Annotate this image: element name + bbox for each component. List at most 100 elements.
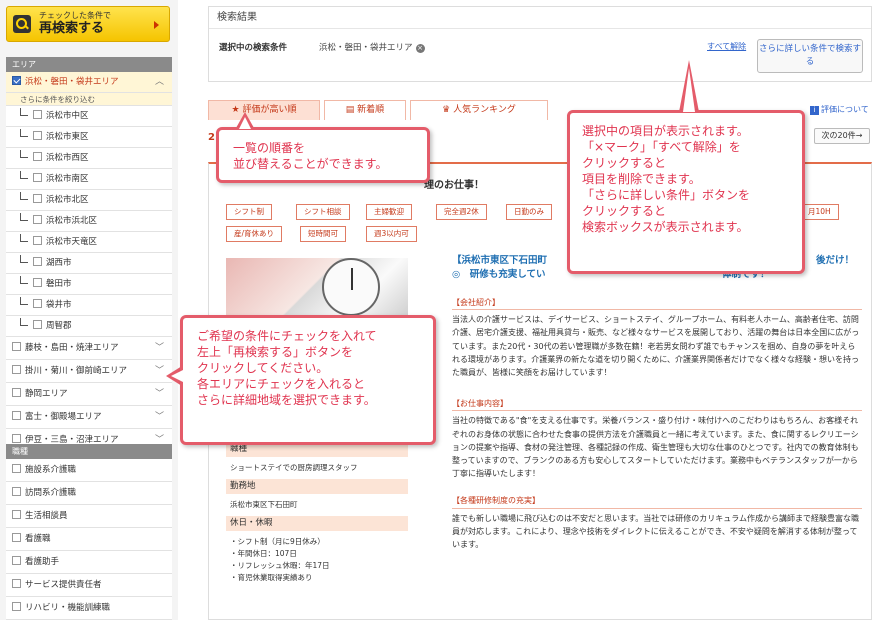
research-button-label: 再検索する <box>39 21 105 36</box>
area-item[interactable]: 富士・御殿場エリア ﹀ <box>6 406 172 429</box>
more-conditions-button[interactable]: さらに詳しい条件で検索する <box>757 39 863 73</box>
checkbox-icon[interactable] <box>33 215 42 224</box>
area-item[interactable]: 静岡エリア ﹀ <box>6 383 172 406</box>
checkbox-icon[interactable] <box>33 320 42 329</box>
sub-area-item[interactable]: 磐田市 <box>6 274 172 295</box>
section-body: 誰でも新しい職場に飛び込むのは不安だと思います。当社では研修のカリキュラム作成か… <box>452 513 859 550</box>
arrow-right-icon <box>154 21 159 29</box>
checkbox-icon[interactable] <box>33 110 42 119</box>
info-label: 休日・休暇 <box>226 516 408 531</box>
job-item[interactable]: 看護職 <box>6 528 172 551</box>
sub-area-item[interactable]: 袋井市 <box>6 295 172 316</box>
job-item[interactable]: リハビリ・機能訓練職 <box>6 597 172 620</box>
next-page-button[interactable]: 次の20件→ <box>814 128 870 144</box>
sub-area-item[interactable]: 浜松市天竜区 <box>6 232 172 253</box>
research-button-small: チェックした条件で <box>39 11 111 21</box>
sub-area-item[interactable]: 浜松市西区 <box>6 148 172 169</box>
area-header: エリア <box>6 57 172 72</box>
chevron-up-icon[interactable]: ︿ <box>155 72 164 93</box>
info-label: 勤務地 <box>226 479 408 494</box>
sub-area-item[interactable]: 浜松市東区 <box>6 127 172 148</box>
checkbox-icon[interactable] <box>33 236 42 245</box>
checkbox-icon[interactable] <box>12 556 21 565</box>
checkbox-icon[interactable] <box>12 342 21 351</box>
close-icon[interactable]: × <box>415 44 425 53</box>
chevron-down-icon[interactable]: ﹀ <box>155 383 164 406</box>
callout-check-hint: ご希望の条件にチェックを入れて 左上「再検索する」ボタンを クリックしてください… <box>180 315 436 445</box>
job-card-title[interactable]: 理のお仕事！ <box>424 176 484 191</box>
section-title: 【会社紹介】 <box>452 296 862 311</box>
job-item[interactable]: 訪問系介護職 <box>6 482 172 505</box>
checkbox-icon[interactable] <box>33 152 42 161</box>
feature-tag: 週3以内可 <box>366 226 417 242</box>
area-item-selected[interactable]: 浜松・磐田・袋井エリア ︿ <box>6 72 172 93</box>
checkbox-icon[interactable] <box>12 388 21 397</box>
checkbox-icon[interactable] <box>12 579 21 588</box>
info-value: ・シフト制（月に9日休み） ・年間休日：107日 ・リフレッシュ休暇：年17日 … <box>230 537 330 582</box>
area-item[interactable]: 藤枝・島田・焼津エリア ﹀ <box>6 337 172 360</box>
search-results-panel: 検索結果 選択中の検索条件 浜松・磐田・袋井エリア × すべて解除 さらに詳しい条… <box>208 6 872 82</box>
sub-area-item[interactable]: 浜松市北区 <box>6 190 172 211</box>
feature-tag: 産/育休あり <box>226 226 283 242</box>
crown-icon: ♛ <box>442 105 454 115</box>
results-header: 検索結果 <box>209 7 871 29</box>
area-item[interactable]: 掛川・菊川・御前崎エリア ﹀ <box>6 360 172 383</box>
job-item[interactable]: 施設系介護職 <box>6 459 172 482</box>
checkbox-icon[interactable] <box>33 131 42 140</box>
tab-ranking[interactable]: ♛ 人気ランキング <box>410 100 548 120</box>
callout-pointer <box>683 68 695 112</box>
feature-tag: シフト相談 <box>296 204 350 220</box>
sub-area-item[interactable]: 浜松市南区 <box>6 169 172 190</box>
rating-info-link[interactable]: i 評価について <box>810 104 869 115</box>
tab-newest[interactable]: ▤ 新着順 <box>324 100 406 120</box>
result-count: 2 <box>208 132 215 143</box>
condition-chip: 浜松・磐田・袋井エリア × <box>319 43 425 53</box>
research-button[interactable]: チェックした条件で 再検索する <box>6 6 170 42</box>
job-info-table: 職種 ショートステイでの厨房調理スタッフ 勤務地 浜松市東区下石田町 休日・休暇… <box>226 442 408 589</box>
checkbox-icon[interactable] <box>12 510 21 519</box>
sub-area-item[interactable]: 浜松市浜北区 <box>6 211 172 232</box>
feature-tag: 日勤のみ <box>506 204 552 220</box>
section-title: 【お仕事内容】 <box>452 397 862 412</box>
job-item[interactable]: 看護助手 <box>6 551 172 574</box>
chevron-down-icon[interactable]: ﹀ <box>155 360 164 383</box>
checkbox-icon[interactable] <box>12 533 21 542</box>
checkbox-icon[interactable] <box>33 257 42 266</box>
callout-sort-hint: 一覧の順番を 並び替えることができます。 <box>216 127 430 183</box>
chevron-down-icon[interactable]: ﹀ <box>155 406 164 429</box>
job-header: 職種 <box>6 444 172 459</box>
info-value: ショートステイでの厨房調理スタッフ <box>230 463 358 472</box>
job-filter: 職種 施設系介護職 訪問系介護職 生活相談員 看護職 看護助手 サービス提供責任… <box>6 444 172 620</box>
document-icon: ▤ <box>345 105 358 115</box>
chevron-down-icon[interactable]: ﹀ <box>155 337 164 360</box>
checkbox-icon[interactable] <box>12 411 21 420</box>
checkbox-icon[interactable] <box>12 487 21 496</box>
checkbox-icon[interactable] <box>12 434 21 443</box>
callout-selection-hint: 選択中の項目が表示されます。 「×マーク」「すべて解除」を クリックすると 項目… <box>567 110 805 274</box>
area-filter: エリア 浜松・磐田・袋井エリア ︿ さらに条件を絞り込む 浜松市中区 浜松市東区 … <box>6 57 172 452</box>
clear-all-link[interactable]: すべて解除 <box>707 41 746 52</box>
sub-area-item[interactable]: 湖西市 <box>6 253 172 274</box>
callout-pointer <box>171 370 183 382</box>
checkbox-icon[interactable] <box>33 194 42 203</box>
info-icon: i <box>810 106 819 115</box>
condition-label: 選択中の検索条件 <box>219 43 288 53</box>
narrow-hint: さらに条件を絞り込む <box>6 93 172 106</box>
checkbox-icon[interactable] <box>33 278 42 287</box>
tab-rating[interactable]: ★ 評価が高い順 <box>208 100 320 120</box>
section-body: 当法人の介護サービスは、デイサービス、ショートステイ、グループホーム、有料老人ホ… <box>452 315 860 378</box>
checkbox-icon[interactable] <box>33 173 42 182</box>
sub-area-item[interactable]: 浜松市中区 <box>6 106 172 127</box>
checkbox-icon[interactable] <box>12 76 21 85</box>
checkbox-icon[interactable] <box>33 299 42 308</box>
checkbox-icon[interactable] <box>12 464 21 473</box>
feature-tag: 短時間可 <box>300 226 346 242</box>
callout-pointer <box>239 117 251 129</box>
checkbox-icon[interactable] <box>12 602 21 611</box>
checkbox-icon[interactable] <box>12 365 21 374</box>
clock-image <box>322 258 380 316</box>
sub-area-item[interactable]: 周智郡 <box>6 316 172 337</box>
job-item[interactable]: サービス提供責任者 <box>6 574 172 597</box>
sidebar: チェックした条件で 再検索する エリア 浜松・磐田・袋井エリア ︿ さらに条件を絞… <box>0 0 178 620</box>
job-item[interactable]: 生活相談員 <box>6 505 172 528</box>
